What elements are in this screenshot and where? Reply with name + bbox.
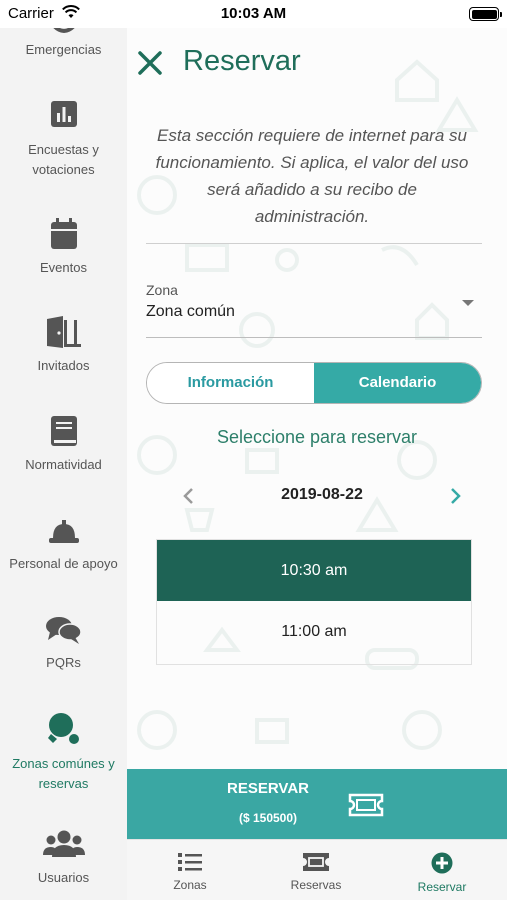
- hard-hat-icon: [48, 520, 79, 543]
- tab-switch: Información Calendario: [146, 362, 482, 404]
- sidebar-item-usuarios[interactable]: Usuarios: [0, 829, 127, 888]
- calendar-icon: [50, 218, 77, 249]
- status-bar: Carrier 10:03 AM: [0, 0, 507, 28]
- zone-label: Zona: [146, 282, 178, 298]
- chat-bubbles-icon: [45, 617, 82, 644]
- page-title: Reservar: [183, 45, 301, 77]
- sidebar-item-normatividad[interactable]: Normatividad: [0, 415, 127, 475]
- sidebar-item-label: Encuestas y votaciones: [28, 142, 99, 177]
- ticket-icon: [303, 853, 329, 871]
- clock: 10:03 AM: [220, 5, 287, 22]
- time-slot-list: 10:30 am 11:00 am: [156, 539, 472, 665]
- reserve-button[interactable]: RESERVAR ($ 150500): [127, 769, 507, 839]
- book-icon: [50, 416, 77, 446]
- nav-reservar[interactable]: Reservar: [379, 840, 505, 900]
- zone-select[interactable]: Zona Zona común: [146, 280, 482, 338]
- nav-label: Reservar: [417, 880, 467, 894]
- chevron-right-icon[interactable]: [443, 484, 467, 508]
- sidebar-item-personal[interactable]: Personal de apoyo: [0, 516, 127, 574]
- sidebar-item-encuestas[interactable]: Encuestas y votaciones: [0, 100, 127, 180]
- selected-date: 2019-08-22: [281, 486, 363, 503]
- sidebar-menu: Emergencias Encuestas y votaciones Event…: [0, 0, 127, 900]
- select-hint: Seleccione para reservar: [216, 427, 418, 447]
- tab-calendario[interactable]: Calendario: [314, 363, 481, 403]
- sidebar-item-invitados[interactable]: Invitados: [0, 316, 127, 376]
- bottom-nav: Zonas Reservas Reservar: [127, 839, 507, 900]
- ping-pong-icon: [47, 713, 79, 744]
- nav-reservas[interactable]: Reservas: [253, 840, 379, 900]
- sidebar-item-pqrs[interactable]: PQRs: [0, 615, 127, 673]
- battery-icon: [469, 7, 502, 21]
- sidebar-item-label: Usuarios: [37, 870, 90, 885]
- sidebar-item-label: Normatividad: [25, 457, 102, 472]
- tab-informacion[interactable]: Información: [147, 363, 314, 403]
- zone-value: Zona común: [146, 303, 235, 320]
- internet-notice: Esta sección requiere de internet para s…: [155, 126, 469, 226]
- sidebar-item-label: PQRs: [46, 655, 81, 670]
- divider: [146, 243, 482, 244]
- nav-zonas[interactable]: Zonas: [127, 840, 253, 900]
- reservation-panel: Reservar Esta sección requiere de intern…: [127, 0, 507, 900]
- sidebar-item-label: Zonas comúnes y reservas: [12, 756, 115, 791]
- ticket-icon: [348, 793, 384, 817]
- bar-chart-icon: [50, 101, 77, 127]
- sidebar-item-zonas-comunes[interactable]: Zonas comúnes y reservas: [0, 712, 127, 794]
- sidebar-item-label: Eventos: [40, 260, 87, 275]
- nav-label: Zonas: [173, 878, 207, 892]
- list-icon: [178, 853, 202, 871]
- time-slot-selected[interactable]: 10:30 am: [157, 540, 471, 601]
- door-icon: [46, 316, 81, 348]
- plus-circle-icon: [431, 852, 453, 874]
- chevron-down-icon: [462, 300, 474, 306]
- close-icon[interactable]: [137, 50, 163, 76]
- users-icon: [42, 830, 85, 857]
- date-navigator: 2019-08-22: [177, 482, 467, 510]
- nav-label: Reservas: [290, 878, 342, 892]
- sidebar-item-eventos[interactable]: Eventos: [0, 218, 127, 278]
- time-slot[interactable]: 11:00 am: [157, 612, 471, 652]
- sidebar-item-label: Invitados: [37, 358, 90, 373]
- header: Reservar: [127, 40, 507, 84]
- sidebar-item-label: Personal de apoyo: [9, 556, 118, 571]
- sidebar-item-label: Emergencias: [25, 42, 102, 57]
